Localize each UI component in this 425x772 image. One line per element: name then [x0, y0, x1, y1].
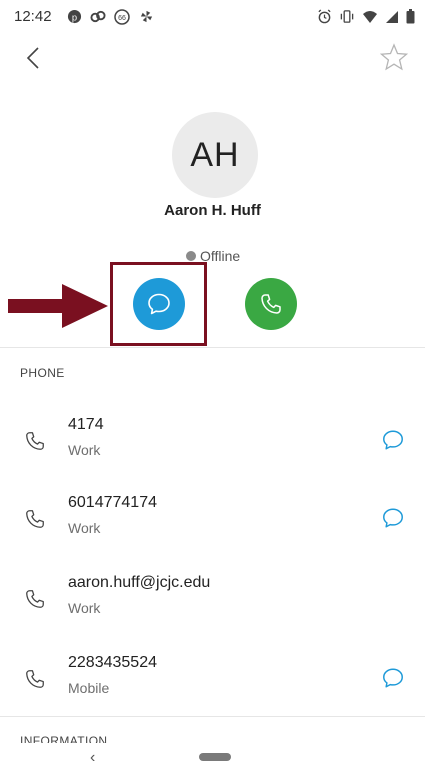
phone-icon [26, 670, 44, 688]
phone-row-3[interactable]: 2283435524 Mobile [0, 638, 425, 716]
chat-bubble-icon[interactable] [381, 666, 405, 690]
chat-bubble-icon [148, 293, 170, 315]
section-divider [0, 347, 425, 348]
status-notification-icons: p 66 [66, 9, 154, 25]
chat-button[interactable] [133, 278, 185, 330]
phone-icon [26, 432, 44, 450]
contact-name: Aaron H. Huff [164, 202, 261, 219]
wifi-icon [362, 10, 378, 28]
phone-icon [26, 510, 44, 528]
phone-row-1[interactable]: 4174 Work [0, 400, 425, 478]
back-button[interactable] [20, 42, 48, 74]
status-bar: 12:42 p 66 [0, 0, 425, 34]
annotation-arrow-icon [8, 284, 108, 328]
phone-type-label: Mobile [68, 680, 110, 696]
status-system-icons [317, 9, 415, 28]
pinterest-icon: p [66, 9, 82, 25]
email-row[interactable]: aaron.huff@jcjc.edu Work [0, 558, 425, 636]
email-value: aaron.huff@jcjc.edu [68, 574, 211, 591]
phone-row-2[interactable]: 6014774174 Work [0, 478, 425, 556]
badge-66-icon: 66 [114, 9, 130, 25]
svg-text:p: p [71, 12, 76, 22]
phone-section-header: PHONE [20, 366, 65, 380]
system-nav-bar: ‹ [0, 743, 425, 772]
signal-icon [385, 10, 399, 28]
chat-bubble-icon[interactable] [381, 506, 405, 530]
email-type-label: Work [68, 600, 101, 616]
star-outline-icon [379, 43, 409, 71]
chat-bubble-icon[interactable] [381, 428, 405, 452]
presence-dot-icon [186, 251, 196, 261]
section-divider [0, 716, 425, 717]
top-nav [0, 34, 425, 82]
vibrate-icon [339, 9, 355, 28]
chevron-left-icon [26, 47, 39, 69]
status-time: 12:42 [14, 8, 52, 25]
alarm-icon [317, 9, 332, 28]
information-section-header: INFORMATION [20, 735, 108, 743]
system-back-button[interactable]: ‹ [90, 749, 95, 767]
favorite-star-button[interactable] [379, 42, 409, 72]
phone-value: 6014774174 [68, 494, 157, 511]
phone-type-label: Work [68, 442, 101, 458]
battery-icon [406, 9, 415, 28]
call-button[interactable] [245, 278, 297, 330]
phone-value: 2283435524 [68, 654, 157, 671]
phone-icon [26, 590, 44, 608]
avatar: AH [172, 112, 258, 198]
system-home-pill[interactable] [199, 753, 231, 761]
phone-value: 4174 [68, 416, 104, 433]
svg-text:66: 66 [118, 15, 126, 22]
app-icon [90, 9, 106, 25]
phone-type-label: Work [68, 520, 101, 536]
pinwheel-icon [138, 9, 154, 25]
phone-icon [261, 294, 281, 314]
